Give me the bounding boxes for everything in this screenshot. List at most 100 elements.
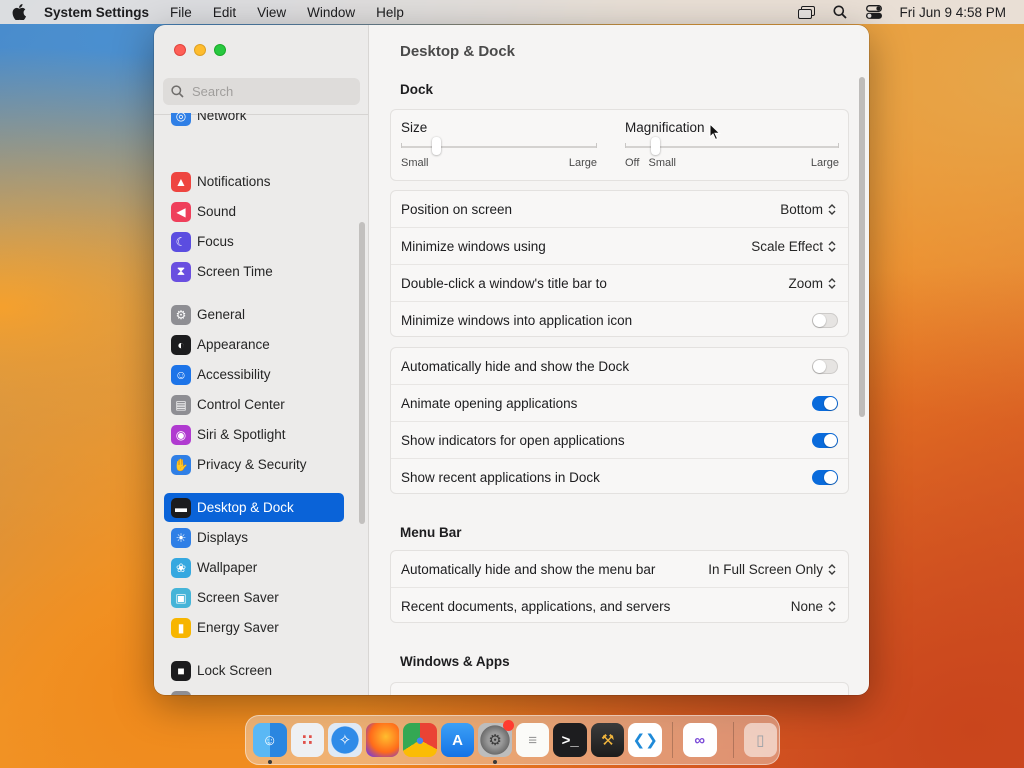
main-pane: Desktop & Dock Dock Size Small Large Mag… [369, 25, 869, 695]
double-click-popup[interactable]: Zoom [788, 276, 838, 291]
sidebar-item-login-password[interactable]: ■ Login Password [164, 686, 344, 695]
sidebar-item-label: Focus [197, 234, 234, 249]
toggle-knob [824, 396, 837, 410]
sidebar-item-label: Siri & Spotlight [197, 427, 286, 442]
minimize-button[interactable] [194, 44, 206, 56]
size-slider-track[interactable] [401, 137, 597, 155]
sidebar-item-focus[interactable]: ☾ Focus [164, 227, 344, 256]
search-icon [171, 85, 184, 98]
sidebar-item-label: Desktop & Dock [197, 500, 294, 515]
magnification-min-label: Small [648, 157, 676, 169]
wallpaper-icon: ❀ [171, 557, 191, 578]
lock-screen-icon: ■ [171, 660, 191, 681]
popup-value: Scale Effect [751, 238, 823, 254]
position-popup[interactable]: Bottom [780, 202, 838, 217]
size-slider[interactable]: Size Small Large [401, 120, 597, 169]
safari-icon[interactable]: ✧ [328, 723, 362, 757]
gear-icon: ⚙ [171, 304, 191, 325]
main-scrollbar[interactable] [859, 77, 865, 417]
magnification-max-label: Large [810, 157, 839, 169]
running-indicator [493, 760, 498, 764]
toggle-row-animate-opening-applications: Animate opening applications [391, 385, 848, 422]
window-menu[interactable]: Window [307, 5, 355, 20]
sidebar-item-network[interactable]: ◎ Network [164, 113, 344, 130]
popup-value: Bottom [780, 201, 823, 217]
sidebar-item-label: Screen Time [197, 264, 273, 279]
sidebar-item-control-center[interactable]: ▤ Control Center [164, 390, 344, 419]
updown-chevron-icon [828, 202, 838, 216]
finder-icon[interactable]: ☺ [253, 723, 287, 764]
sidebar-item-accessibility[interactable]: ☺ Accessibility [164, 360, 344, 389]
magnification-slider[interactable]: Magnification Off Small Large [625, 120, 839, 169]
trash-icon[interactable]: ▯ [743, 723, 778, 757]
menu-bar-autohide-popup[interactable]: In Full Screen Only [708, 562, 838, 577]
instruments-icon[interactable]: ⚒ [590, 723, 625, 757]
sidebar-item-displays[interactable]: ☀ Displays [164, 523, 344, 552]
row-label: Minimize windows using [401, 238, 546, 254]
size-slider-knob[interactable] [432, 137, 442, 155]
firefox-icon[interactable] [365, 723, 400, 757]
terminal-icon[interactable]: >_ [553, 723, 587, 757]
visual-studio-icon[interactable]: ∞ [683, 723, 717, 757]
search-field[interactable] [163, 78, 360, 105]
sidebar-scrollbar[interactable] [359, 222, 365, 524]
sidebar-item-wallpaper[interactable]: ❀ Wallpaper [164, 553, 344, 582]
toggle-switch[interactable] [812, 358, 838, 374]
recent-items-popup[interactable]: None [791, 599, 838, 614]
toggle-switch[interactable] [812, 470, 838, 485]
launchpad-icon[interactable]: ∷ [290, 723, 325, 757]
toggle-row-show-indicators-for-open-applications: Show indicators for open applications [391, 422, 848, 459]
row-label: Recent documents, applications, and serv… [401, 599, 671, 614]
system-settings-icon[interactable]: ⚙ [478, 720, 514, 764]
popup-value: In Full Screen Only [708, 561, 823, 577]
textedit-icon[interactable]: ≡ [515, 723, 550, 757]
stage-manager-icon[interactable] [797, 4, 815, 20]
view-menu[interactable]: View [257, 5, 286, 20]
sidebar-item-siri-spotlight[interactable]: ◉ Siri & Spotlight [164, 420, 344, 449]
system-settings-window: ◎ Network ▲ Notifications ◀ Sound ☾ Focus ⧗ Scree… [154, 25, 869, 695]
sidebar-item-general[interactable]: ⚙ General [164, 300, 344, 329]
control-center-icon[interactable] [865, 4, 883, 20]
edit-menu[interactable]: Edit [213, 5, 236, 20]
close-button[interactable] [174, 44, 186, 56]
row-label: Show indicators for open applications [401, 432, 625, 448]
sidebar-item-screen-time[interactable]: ⧗ Screen Time [164, 257, 344, 286]
menu-bar-clock[interactable]: Fri Jun 9 4:58 PM [899, 5, 1006, 20]
windows-apps-group [390, 682, 849, 695]
vscode-icon[interactable]: ❮❯ [628, 723, 663, 757]
sidebar-item-lock-screen[interactable]: ■ Lock Screen [164, 656, 344, 685]
toggle-switch[interactable] [812, 432, 838, 448]
app-menu[interactable]: System Settings [44, 5, 149, 20]
zoom-button[interactable] [214, 44, 226, 56]
minimize-into-app-icon-toggle[interactable] [812, 313, 838, 328]
sidebar-item-screen-saver[interactable]: ▣ Screen Saver [164, 583, 344, 612]
running-indicator [268, 760, 272, 764]
spotlight-icon[interactable] [831, 4, 849, 20]
double-click-title-bar-row: Double-click a window's title bar to Zoo… [391, 265, 848, 302]
help-menu[interactable]: Help [376, 5, 404, 20]
sun-icon: ☀ [171, 527, 191, 548]
search-input[interactable] [192, 84, 352, 99]
file-menu[interactable]: File [170, 5, 192, 20]
chrome-icon[interactable]: ● [403, 723, 437, 757]
sidebar-item-label: Login Password [197, 693, 293, 695]
accessibility-icon: ☺ [171, 364, 191, 385]
app-store-icon[interactable]: A [440, 723, 475, 757]
siri-icon: ◉ [171, 424, 191, 445]
slider-tick [401, 143, 402, 148]
updown-chevron-icon [828, 562, 838, 576]
sidebar-item-privacy-security[interactable]: ✋ Privacy & Security [164, 450, 344, 479]
toggle-switch[interactable] [812, 395, 838, 411]
magnification-slider-knob[interactable] [650, 137, 660, 155]
sidebar-item-energy-saver[interactable]: ▮ Energy Saver [164, 613, 344, 642]
minimize-effect-popup[interactable]: Scale Effect [751, 239, 838, 254]
magnification-slider-track[interactable] [625, 137, 839, 155]
hand-icon: ✋ [171, 454, 191, 475]
sidebar-item-label: Notifications [197, 174, 271, 189]
sidebar-item-notifications[interactable]: ▲ Notifications [164, 167, 344, 196]
sidebar-item-appearance[interactable]: ◐ Appearance [164, 330, 344, 359]
sidebar: ◎ Network ▲ Notifications ◀ Sound ☾ Focus ⧗ Scree… [154, 25, 369, 695]
sidebar-item-sound[interactable]: ◀ Sound [164, 197, 344, 226]
sidebar-item-desktop-dock[interactable]: ▬ Desktop & Dock [164, 493, 344, 522]
apple-menu-icon[interactable] [12, 4, 26, 20]
